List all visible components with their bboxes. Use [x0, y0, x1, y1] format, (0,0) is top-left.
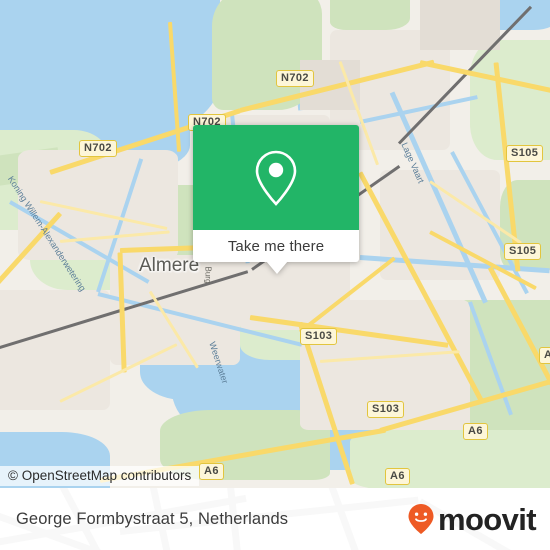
road-shield-s103-6: S103	[367, 401, 405, 418]
road-shield-s105-3: S105	[506, 145, 544, 162]
park-southeast	[350, 430, 550, 488]
moovit-wordmark: moovit	[437, 501, 537, 537]
location-pin-icon	[250, 148, 302, 208]
road-shield-n702-2: N702	[79, 140, 117, 157]
park-top-right	[330, 0, 410, 30]
urban-block-nw	[18, 150, 178, 260]
osm-attribution[interactable]: © OpenStreetMap contributors	[0, 466, 200, 486]
callout-pointer	[266, 261, 288, 274]
place-label-0: Almere	[139, 255, 200, 276]
road-shield-a6-10: A6	[385, 468, 410, 485]
callout-pin-panel	[193, 125, 359, 230]
road-shield-a6-9: A6	[199, 463, 224, 480]
urban-block-w	[0, 290, 110, 410]
road-shield-s103-5: S103	[300, 328, 338, 345]
road-shield-a6-8: A6	[539, 347, 550, 364]
take-me-there-button[interactable]: Take me there	[193, 230, 359, 262]
map-canvas[interactable]: Almere Koning Willem-Alexanderwetering La…	[0, 0, 550, 488]
take-me-there-label: Take me there	[227, 237, 325, 255]
address-text: George Formbystraat 5, Netherlands	[16, 509, 289, 528]
industrial-block-top	[420, 0, 500, 50]
moovit-smiley-pin-icon	[407, 503, 435, 535]
road-shield-a6-7: A6	[463, 423, 488, 440]
road-shield-n702-0: N702	[276, 70, 314, 87]
destination-callout[interactable]: Take me there	[193, 125, 359, 274]
map-screenshot: Almere Koning Willem-Alexanderwetering La…	[0, 0, 550, 550]
footer-bar: George Formbystraat 5, Netherlands moovi…	[0, 488, 550, 550]
moovit-logo[interactable]: moovit	[407, 501, 537, 537]
street-label-0: Burg	[203, 266, 213, 284]
road-shield-s105-4: S105	[504, 243, 542, 260]
